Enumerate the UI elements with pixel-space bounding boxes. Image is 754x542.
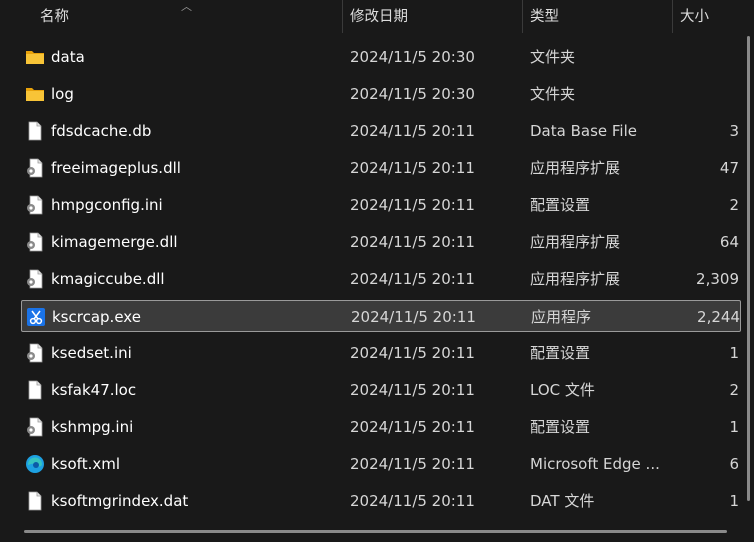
file-type: 配置设置 (530, 344, 591, 362)
file-name: data (51, 48, 85, 66)
file-date: 2024/11/5 20:11 (350, 381, 475, 399)
file-name: ksedset.ini (51, 344, 132, 362)
settings-file-icon (25, 158, 45, 178)
file-type: LOC 文件 (530, 381, 595, 399)
column-header: ︿ 名称 修改日期 类型 大小 (0, 0, 754, 33)
settings-file-icon (25, 269, 45, 289)
file-row[interactable]: log 2024/11/5 20:30 文件夹 (21, 78, 741, 110)
column-header-date[interactable]: 修改日期 (350, 0, 408, 33)
file-type: DAT 文件 (530, 492, 595, 510)
file-name: freeimageplus.dll (51, 159, 181, 177)
file-row[interactable]: kmagiccube.dll 2024/11/5 20:11 应用程序扩展 2,309 (21, 263, 741, 295)
vertical-scrollbar[interactable] (747, 36, 750, 501)
file-type: 应用程序扩展 (530, 233, 621, 251)
file-name: ksoft.xml (51, 455, 121, 473)
file-size: 3 (729, 122, 739, 140)
file-type: Microsoft Edge ... (530, 455, 660, 473)
file-date: 2024/11/5 20:11 (350, 122, 475, 140)
file-icon (25, 121, 45, 141)
file-name: kscrcap.exe (52, 308, 141, 326)
file-row[interactable]: ksedset.ini 2024/11/5 20:11 配置设置 1 (21, 337, 741, 369)
file-date: 2024/11/5 20:11 (350, 492, 475, 510)
file-name: kmagiccube.dll (51, 270, 165, 288)
settings-file-icon (25, 417, 45, 437)
file-date: 2024/11/5 20:11 (351, 308, 476, 326)
file-size: 1 (729, 418, 739, 436)
folder-icon (25, 47, 45, 67)
file-row[interactable]: ksoftmgrindex.dat 2024/11/5 20:11 DAT 文件 1 (21, 485, 741, 517)
file-size: 2,244 (697, 308, 740, 326)
file-size (673, 78, 739, 110)
column-divider[interactable] (522, 0, 523, 33)
file-name: kimagemerge.dll (51, 233, 178, 251)
file-size: 2,309 (696, 270, 739, 288)
file-type: 文件夹 (530, 85, 576, 103)
file-row[interactable]: ksfak47.loc 2024/11/5 20:11 LOC 文件 2 (21, 374, 741, 406)
file-row[interactable]: kscrcap.exe 2024/11/5 20:11 应用程序 2,244 (21, 300, 741, 332)
file-date: 2024/11/5 20:11 (350, 196, 475, 214)
file-row[interactable]: fdsdcache.db 2024/11/5 20:11 Data Base Fil… (21, 115, 741, 147)
file-date: 2024/11/5 20:11 (350, 344, 475, 362)
file-type: 应用程序扩展 (530, 159, 621, 177)
file-row[interactable]: data 2024/11/5 20:30 文件夹 (21, 41, 741, 73)
file-row[interactable]: kimagemerge.dll 2024/11/5 20:11 应用程序扩展 64 (21, 226, 741, 258)
file-date: 2024/11/5 20:11 (350, 418, 475, 436)
file-name: kshmpg.ini (51, 418, 134, 436)
file-size: 47 (719, 159, 739, 177)
column-header-name[interactable]: 名称 (40, 0, 69, 33)
file-type: 配置设置 (530, 418, 591, 436)
file-size: 64 (719, 233, 739, 251)
file-icon (25, 491, 45, 511)
file-icon (25, 380, 45, 400)
column-divider[interactable] (342, 0, 343, 33)
file-name: log (51, 85, 74, 103)
file-size: 1 (729, 344, 739, 362)
file-name: fdsdcache.db (51, 122, 152, 140)
file-type: 应用程序扩展 (530, 270, 621, 288)
file-date: 2024/11/5 20:30 (350, 85, 475, 103)
file-row[interactable]: freeimageplus.dll 2024/11/5 20:11 应用程序扩展 47 (21, 152, 741, 184)
file-type: 文件夹 (530, 48, 576, 66)
scissors-app-icon (26, 307, 46, 327)
file-date: 2024/11/5 20:30 (350, 48, 475, 66)
file-date: 2024/11/5 20:11 (350, 233, 475, 251)
file-date: 2024/11/5 20:11 (350, 455, 475, 473)
file-size: 2 (729, 381, 739, 399)
settings-file-icon (25, 232, 45, 252)
edge-icon (25, 454, 45, 474)
settings-file-icon (25, 343, 45, 363)
file-size: 1 (729, 492, 739, 510)
column-header-type[interactable]: 类型 (530, 0, 559, 33)
file-name: ksoftmgrindex.dat (51, 492, 189, 510)
file-type: Data Base File (530, 122, 637, 140)
file-date: 2024/11/5 20:11 (350, 159, 475, 177)
horizontal-scrollbar[interactable] (24, 530, 727, 533)
file-name: ksfak47.loc (51, 381, 137, 399)
file-name: hmpgconfig.ini (51, 196, 163, 214)
file-row[interactable]: ksoft.xml 2024/11/5 20:11 Microsoft Edge .… (21, 448, 741, 480)
file-date: 2024/11/5 20:11 (350, 270, 475, 288)
file-size: 2 (729, 196, 739, 214)
file-size (673, 41, 739, 73)
sort-up-icon: ︿ (181, 0, 192, 13)
folder-icon (25, 84, 45, 104)
file-size: 6 (729, 455, 739, 473)
file-type: 应用程序 (531, 308, 592, 326)
file-row[interactable]: kshmpg.ini 2024/11/5 20:11 配置设置 1 (21, 411, 741, 443)
settings-file-icon (25, 195, 45, 215)
file-row[interactable]: hmpgconfig.ini 2024/11/5 20:11 配置设置 2 (21, 189, 741, 221)
column-divider[interactable] (672, 0, 673, 33)
column-header-size[interactable]: 大小 (680, 0, 709, 33)
file-type: 配置设置 (530, 196, 591, 214)
